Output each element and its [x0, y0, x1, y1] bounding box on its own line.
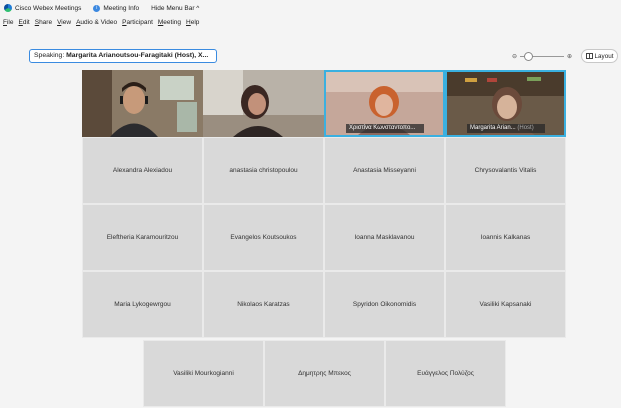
nameplate-name: Margarita Arian...	[470, 125, 516, 131]
menu-share[interactable]: Share	[35, 19, 52, 26]
zoom-knob[interactable]	[524, 52, 533, 61]
meeting-info-button[interactable]: Meeting Info	[103, 5, 139, 12]
participant-tile[interactable]: Evangelos Koutsoukos	[203, 204, 324, 271]
menu-audio-video[interactable]: Audio & Video	[76, 19, 117, 26]
hide-menu-bar-button[interactable]: Hide Menu Bar ^	[151, 5, 199, 12]
participant-tile[interactable]: Anastasia Misseyanni	[324, 137, 445, 204]
active-speaker-bar[interactable]: Speaking: Margarita Arianoutsou-Faragita…	[29, 49, 217, 63]
participant-nameplate: Margarita Arian... (Host)	[467, 124, 545, 133]
video-feed-2	[203, 70, 324, 137]
video-tile-2[interactable]	[203, 70, 324, 137]
menu-help[interactable]: Help	[186, 19, 199, 26]
zoom-out-icon[interactable]: ⊖	[511, 53, 518, 60]
layout-button[interactable]: Layout	[581, 49, 618, 63]
participant-tile[interactable]: Vasiliki Mourkogianni	[143, 340, 264, 407]
menu-meeting[interactable]: Meeting	[158, 19, 181, 26]
participant-tile[interactable]: Vasiliki Kapsanaki	[445, 271, 566, 338]
grid-layout-icon	[585, 53, 593, 59]
video-tile-4[interactable]: Margarita Arian... (Host)	[445, 70, 566, 137]
app-title: Cisco Webex Meetings	[15, 4, 82, 12]
zoom-track[interactable]	[520, 52, 564, 61]
speaking-prefix: Speaking:	[34, 52, 65, 59]
layout-label: Layout	[594, 52, 614, 60]
participant-tile[interactable]: Eleftheria Karamouritzou	[82, 204, 203, 271]
zoom-in-icon[interactable]: ⊕	[566, 53, 573, 60]
speaking-name: Margarita Arianoutsou-Faragitaki (Host),…	[66, 52, 209, 59]
participant-tile[interactable]: Chrysovalantis Vitalis	[445, 137, 566, 204]
participant-tile[interactable]: Nikolaos Karatzas	[203, 271, 324, 338]
nameplate-name: Χριστίνα Κωνσταντοπο...	[349, 125, 416, 131]
title-bar: Cisco Webex Meetings i Meeting Info Hide…	[0, 0, 621, 16]
webex-logo-icon	[4, 4, 12, 12]
participant-tile[interactable]: anastasia christopoulou	[203, 137, 324, 204]
participant-tile[interactable]: Maria Lykogewrgou	[82, 271, 203, 338]
menu-view[interactable]: View	[57, 19, 71, 26]
zoom-slider[interactable]: ⊖ ⊕	[511, 50, 573, 63]
host-badge: (Host)	[517, 125, 534, 131]
info-icon[interactable]: i	[93, 4, 101, 12]
menu-participant[interactable]: Participant	[122, 19, 153, 26]
menu-edit[interactable]: Edit	[19, 19, 30, 26]
video-tile-3[interactable]: Χριστίνα Κωνσταντοπο...	[324, 70, 445, 137]
participant-nameplate: Χριστίνα Κωνσταντοπο...	[346, 124, 424, 133]
participant-tile[interactable]: Alexandra Alexiadou	[82, 137, 203, 204]
video-tile-1[interactable]	[82, 70, 203, 137]
menu-bar: File Edit Share View Audio & Video Parti…	[0, 16, 621, 29]
participant-tile[interactable]: Ioanna Masklavanou	[324, 204, 445, 271]
participant-tile[interactable]: Spyridon Oikonomidis	[324, 271, 445, 338]
participant-tile[interactable]: Ioannis Kalkanas	[445, 204, 566, 271]
video-feed-1	[82, 70, 203, 137]
menu-file[interactable]: File	[3, 19, 14, 26]
participant-tile[interactable]: Ευάγγελος Πολύζος	[385, 340, 506, 407]
participant-tile[interactable]: Δημητρης Μπεκος	[264, 340, 385, 407]
